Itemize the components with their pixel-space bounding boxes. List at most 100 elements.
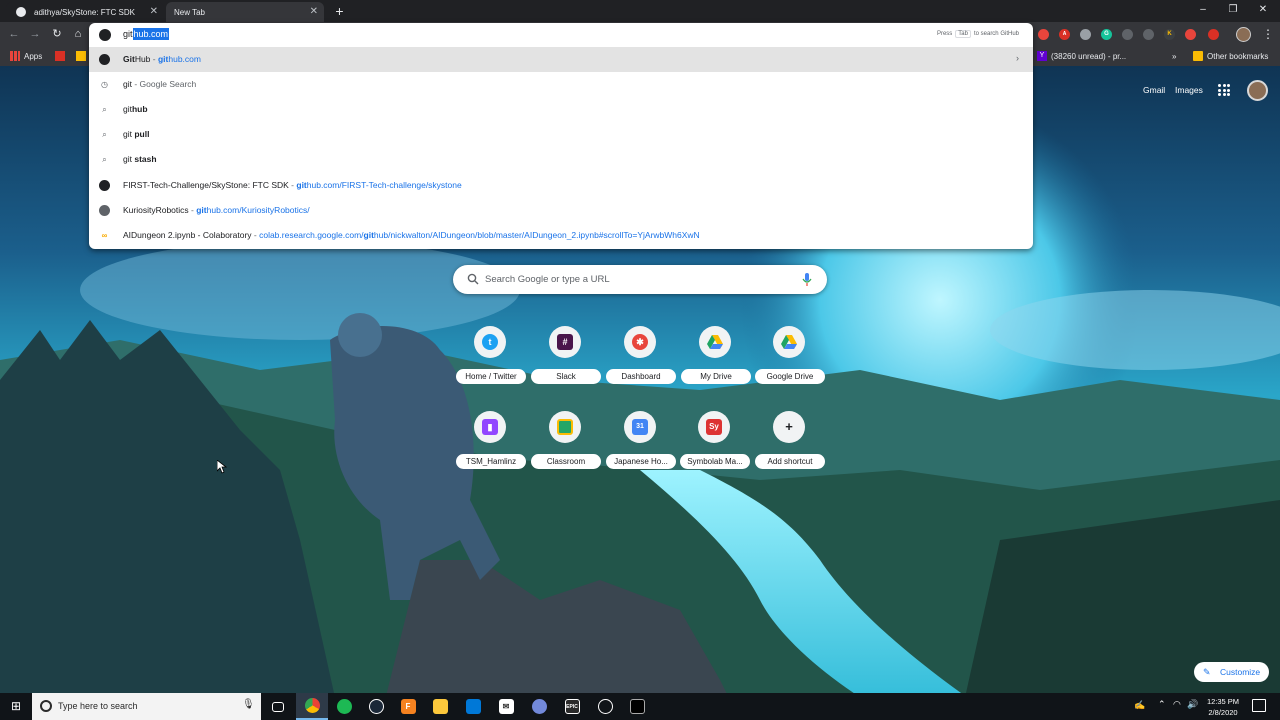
chrome-icon[interactable] bbox=[296, 693, 328, 720]
avatar[interactable] bbox=[1247, 80, 1268, 101]
search-box[interactable]: Search Google or type a URL bbox=[453, 265, 827, 294]
extension-icon[interactable] bbox=[1038, 29, 1049, 40]
steam-icon[interactable] bbox=[360, 693, 392, 720]
avatar[interactable] bbox=[1236, 27, 1251, 42]
bookmark-apps[interactable]: Apps bbox=[10, 50, 42, 62]
store-icon[interactable] bbox=[457, 693, 489, 720]
suggestion-kuriosity[interactable]: KuriosityRobotics - github.com/Kuriosity… bbox=[89, 198, 1033, 223]
gmail-bookmark-icon[interactable] bbox=[55, 50, 69, 62]
clock-app-icon[interactable] bbox=[589, 693, 621, 720]
suggestion-git-stash[interactable]: ⌕ git stash bbox=[89, 147, 1033, 172]
task-view-icon[interactable] bbox=[262, 693, 294, 720]
chevron-right-icon[interactable]: › bbox=[1016, 53, 1019, 63]
classroom-bookmark-icon[interactable] bbox=[76, 50, 90, 62]
suggestion-github-query[interactable]: ⌕ github bbox=[89, 97, 1033, 122]
tab-new-tab[interactable]: New Tab ✕ bbox=[166, 2, 324, 22]
mic-icon[interactable] bbox=[802, 273, 812, 286]
suggestion-title: FIRST-Tech-Challenge/SkyStone: FTC SDK bbox=[123, 180, 289, 190]
shortcut-twitch[interactable]: ▮ TSM_Hamlinz bbox=[456, 411, 526, 471]
terminal-icon[interactable] bbox=[621, 693, 653, 720]
address-bar[interactable]: github.com Press Tab to search GitHub bbox=[89, 23, 1033, 47]
wifi-icon[interactable]: ◠ bbox=[1173, 699, 1181, 710]
back-icon[interactable]: ← bbox=[6, 26, 22, 42]
tab-key: Tab bbox=[955, 30, 971, 38]
search-input[interactable]: Search Google or type a URL bbox=[485, 274, 610, 285]
suggestion-git-pull[interactable]: ⌕ git pull bbox=[89, 122, 1033, 147]
extension-icon[interactable] bbox=[1122, 29, 1133, 40]
shortcut-slack[interactable]: # Slack bbox=[531, 326, 601, 386]
taskbar-search-input[interactable]: Type here to search bbox=[58, 701, 138, 711]
url-bold: git bbox=[363, 230, 374, 240]
reload-icon[interactable]: ↻ bbox=[49, 26, 65, 42]
menu-icon[interactable]: ⋮ bbox=[1262, 26, 1274, 42]
grammarly-icon[interactable]: G bbox=[1101, 29, 1112, 40]
chevron-up-icon[interactable]: ⌃ bbox=[1158, 699, 1166, 710]
suggestion-google-search[interactable]: ◷ git - Google Search bbox=[89, 72, 1033, 97]
add-shortcut-button[interactable]: + Add shortcut bbox=[755, 411, 825, 471]
more-bookmarks-button[interactable]: » bbox=[1172, 50, 1176, 62]
shortcut-twitter[interactable]: t Home / Twitter bbox=[456, 326, 526, 386]
extension-icon[interactable] bbox=[1080, 29, 1091, 40]
separator: - bbox=[150, 54, 158, 64]
url-bold: git bbox=[196, 205, 207, 215]
address-input[interactable]: github.com bbox=[123, 28, 170, 40]
suggestion-github[interactable]: GitHub - github.com › bbox=[89, 47, 1033, 72]
shortcut-my-drive[interactable]: My Drive bbox=[681, 326, 751, 386]
close-icon[interactable]: ✕ bbox=[150, 6, 158, 17]
suggestion-aidungeon[interactable]: ∞ AIDungeon 2.ipynb - Colaboratory - col… bbox=[89, 223, 1033, 248]
close-icon[interactable]: ✕ bbox=[310, 6, 318, 17]
shortcut-google-drive[interactable]: Google Drive bbox=[755, 326, 825, 386]
bookmark-yahoo-mail[interactable]: Y (38260 unread) - pr... bbox=[1037, 50, 1126, 62]
pen-icon[interactable]: ✍ bbox=[1134, 700, 1145, 711]
mic-icon[interactable]: 🎙 bbox=[242, 699, 255, 710]
mail-icon[interactable]: ✉ bbox=[490, 693, 522, 720]
home-icon[interactable]: ⌂ bbox=[70, 26, 86, 42]
shortcut-dashboard[interactable]: ✱ Dashboard bbox=[606, 326, 676, 386]
tab-title: adithya/SkyStone: FTC SDK bbox=[34, 7, 135, 17]
explorer-icon[interactable] bbox=[424, 693, 456, 720]
volume-icon[interactable]: 🔊 bbox=[1187, 699, 1198, 710]
adblock-icon[interactable]: A bbox=[1059, 29, 1070, 40]
discord-icon[interactable] bbox=[523, 693, 555, 720]
shortcut-label: Dashboard bbox=[606, 369, 676, 384]
gmail-link[interactable]: Gmail bbox=[1143, 85, 1165, 95]
mouse-cursor bbox=[217, 460, 227, 474]
forward-icon[interactable]: → bbox=[27, 26, 43, 42]
images-link[interactable]: Images bbox=[1175, 85, 1203, 95]
time: 12:35 PM bbox=[1206, 697, 1240, 706]
google-apps-icon[interactable] bbox=[1218, 84, 1230, 96]
extension-icon[interactable] bbox=[1185, 29, 1196, 40]
extension-icon[interactable] bbox=[1208, 29, 1219, 40]
shortcut-classroom[interactable]: Classroom bbox=[531, 411, 601, 471]
shortcut-japanese-homework[interactable]: 31 Japanese Ho... bbox=[606, 411, 676, 471]
hint-text: Press bbox=[936, 31, 953, 37]
customize-button[interactable]: ✎ Customize bbox=[1194, 662, 1269, 682]
extension-icon[interactable]: K bbox=[1164, 29, 1175, 40]
shortcut-label: Google Drive bbox=[755, 369, 825, 384]
spotify-icon[interactable] bbox=[328, 693, 360, 720]
plus-icon: + bbox=[785, 419, 793, 434]
suggestion-title: KuriosityRobotics bbox=[123, 205, 189, 215]
suggestion-text: git bbox=[123, 104, 132, 114]
taskbar-clock[interactable]: 12:35 PM 2/8/2020 bbox=[1198, 696, 1248, 718]
taskbar-search[interactable]: Type here to search 🎙 bbox=[32, 693, 261, 720]
shortcut-symbolab[interactable]: Sy Symbolab Ma... bbox=[680, 411, 750, 471]
github-icon bbox=[16, 7, 26, 17]
notification-icon[interactable] bbox=[1252, 699, 1266, 712]
twitter-icon: t bbox=[482, 334, 498, 350]
shortcut-label: TSM_Hamlinz bbox=[456, 454, 526, 469]
extension-icon[interactable] bbox=[1143, 29, 1154, 40]
foxit-icon[interactable]: F bbox=[392, 693, 424, 720]
taskbar: ⊞ Type here to search 🎙 F ✉ EPIC ✍ ⌃ ◠ 🔊… bbox=[0, 693, 1280, 720]
restore-button[interactable]: ❐ bbox=[1220, 2, 1246, 18]
new-tab-button[interactable]: + bbox=[331, 3, 348, 20]
windows-start-icon[interactable]: ⊞ bbox=[0, 693, 32, 720]
globe-icon bbox=[99, 205, 110, 216]
hint-text: to search GitHub bbox=[973, 31, 1019, 37]
bookmark-other[interactable]: Other bookmarks bbox=[1193, 50, 1268, 62]
suggestion-skystone[interactable]: FIRST-Tech-Challenge/SkyStone: FTC SDK -… bbox=[89, 173, 1033, 198]
tab-skystone[interactable]: adithya/SkyStone: FTC SDK ✕ bbox=[6, 2, 164, 22]
close-window-button[interactable]: ✕ bbox=[1250, 2, 1276, 18]
epic-games-icon[interactable]: EPIC bbox=[556, 693, 588, 720]
minimize-button[interactable]: – bbox=[1190, 2, 1216, 18]
